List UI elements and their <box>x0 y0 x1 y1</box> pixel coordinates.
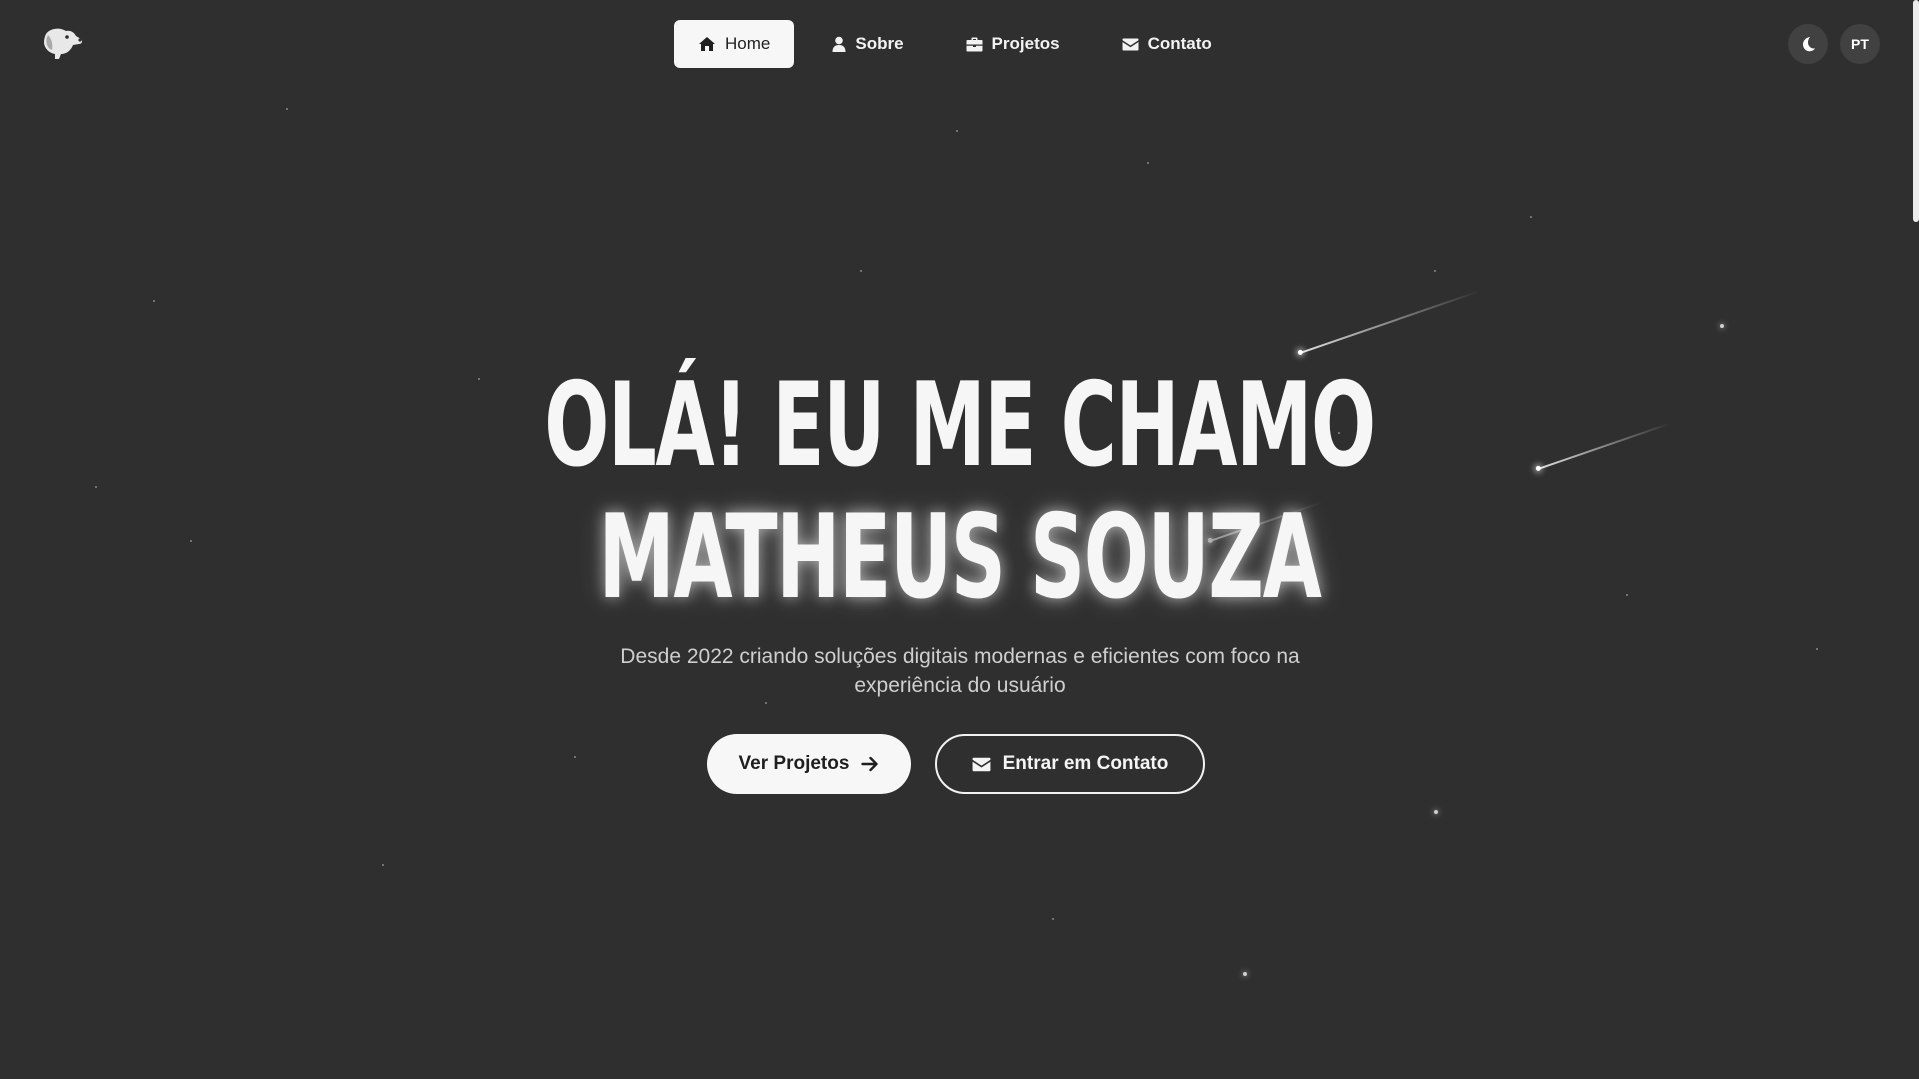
star <box>1816 648 1818 650</box>
user-icon <box>832 36 846 52</box>
scrollbar[interactable] <box>1913 0 1919 222</box>
language-label: PT <box>1851 36 1869 52</box>
star <box>765 702 767 704</box>
nav-item-label: Projetos <box>991 34 1060 53</box>
star <box>860 270 862 272</box>
hero-title: OLÁ! EU ME CHAMO MATHEUS SOUZA <box>0 360 1919 624</box>
nav-item-label: Sobre <box>855 34 904 53</box>
star <box>1243 972 1247 976</box>
star <box>1434 810 1438 814</box>
hero-subtitle: Desde 2022 criando soluções digitais mod… <box>620 645 1300 697</box>
envelope-icon <box>972 757 991 771</box>
briefcase-icon <box>966 37 983 51</box>
contact-button-label: Entrar em Contato <box>1002 753 1169 774</box>
nav-item-home[interactable]: Home <box>674 20 795 68</box>
moon-icon <box>1803 37 1815 52</box>
nav-item-contato[interactable]: Contato <box>1098 20 1236 68</box>
contact-button[interactable]: Entrar em Contato <box>935 734 1205 794</box>
theme-toggle-button[interactable] <box>1788 24 1828 64</box>
star <box>1052 918 1054 920</box>
nav-item-label: Home <box>725 34 771 53</box>
star <box>1434 270 1436 272</box>
star <box>382 864 384 866</box>
nav-item-label: Contato <box>1147 34 1212 53</box>
star <box>1147 162 1149 164</box>
shooting-star <box>1299 290 1480 354</box>
dog-head-icon <box>44 28 83 59</box>
star <box>574 756 576 758</box>
star <box>956 130 958 132</box>
nav-item-projetos[interactable]: Projetos <box>942 20 1084 68</box>
star <box>1530 216 1532 218</box>
hero-title-line-1: OLÁ! EU ME CHAMO <box>544 358 1376 493</box>
view-projects-label: Ver Projetos <box>738 753 850 774</box>
home-icon <box>699 37 715 51</box>
language-button[interactable]: PT <box>1840 24 1880 64</box>
star <box>286 108 288 110</box>
hero-title-line-2: MATHEUS SOUZA <box>598 490 1321 625</box>
star <box>1720 324 1724 328</box>
nav-item-sobre[interactable]: Sobre <box>808 20 927 68</box>
view-projects-button[interactable]: Ver Projetos <box>707 734 911 794</box>
envelope-icon <box>1122 38 1139 50</box>
arrow-right-icon <box>861 756 879 772</box>
star <box>153 300 155 302</box>
logo[interactable] <box>40 26 84 62</box>
page: Home Sobre Projetos Contato PT OLÁ! EU M… <box>0 0 1919 1079</box>
main-nav: Home Sobre Projetos Contato <box>674 20 1250 68</box>
